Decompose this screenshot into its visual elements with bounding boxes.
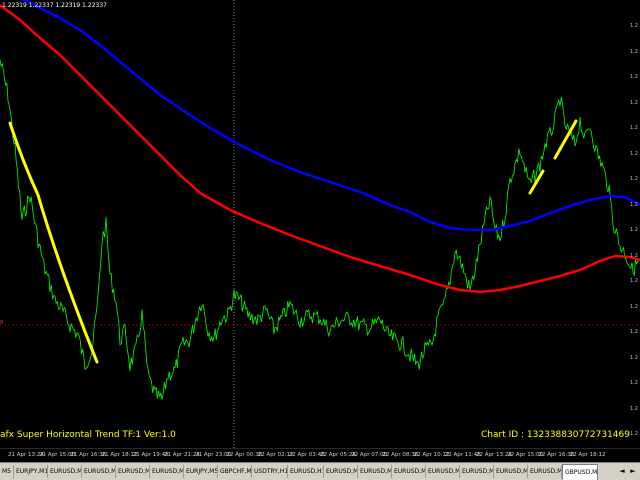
chart-tab[interactable]: EURUSD,M5 <box>82 465 116 478</box>
time-axis-label: 22 Apr 18:12 <box>569 452 606 458</box>
price-axis-label: 1.2 <box>630 405 638 412</box>
price-axis-label: 1.2 <box>630 99 638 106</box>
price-axis-label: 1.2 <box>630 201 638 208</box>
price-axis-label: 1.2 <box>630 380 638 386</box>
chart-tab[interactable]: USDTRY,H1 <box>252 465 288 478</box>
chart-id-label: Chart ID : 132338830772731469 <box>480 430 630 440</box>
chart-tab[interactable]: EURUSD,M5 <box>392 465 426 478</box>
price-axis-label: 1.2 <box>630 125 638 131</box>
chart-tab[interactable]: GBPUSD,M1 <box>562 464 598 480</box>
ohlc-readout: 1.22319 1.22337 1.22319 1.22337 <box>2 2 107 9</box>
chart-tab[interactable]: EURJPY,M5 <box>184 465 218 478</box>
price-line <box>0 59 640 400</box>
tab-scroll-left-button[interactable]: ◄ <box>618 466 626 477</box>
moving-average-blue <box>21 0 640 232</box>
chart-tab[interactable]: GBPCHF,M5 <box>218 465 252 478</box>
chart-tab[interactable]: EURUSD,M5 <box>460 465 494 478</box>
chart-tab[interactable]: EURUSD,M5 <box>528 465 562 478</box>
indicator-label: afx Super Horizontal Trend TF:1 Ver:1.0 <box>0 430 176 440</box>
price-axis-label: 1.2 <box>630 354 638 361</box>
price-axis-label: 1.2 <box>630 23 638 29</box>
chart-tab[interactable]: EURJPY,M1 <box>14 465 48 478</box>
price-axis-label: 1.2 <box>630 431 638 437</box>
price-axis-label: 1.2 <box>630 278 638 284</box>
price-axis-label: 1.2 <box>630 252 638 259</box>
terminal-window: 1.22319 1.22337 1.22319 1.22337 afx Supe… <box>0 0 640 480</box>
chart-tab[interactable]: EURUSD,M5 <box>494 465 528 478</box>
price-axis-label: 1.2 <box>630 329 638 335</box>
price-axis-label: 1.2 <box>630 48 638 55</box>
price-chart[interactable] <box>0 0 640 448</box>
chart-tab[interactable]: M5 <box>0 465 14 478</box>
price-axis-label: 1.2 <box>630 227 638 233</box>
chart-tab[interactable]: EURUSD,M5 <box>116 465 150 478</box>
price-axis-label: 1.2 <box>630 303 638 310</box>
chart-tab[interactable]: EURUSD,M5 <box>48 465 82 478</box>
chart-area[interactable]: 1.22319 1.22337 1.22319 1.22337 afx Supe… <box>0 0 640 448</box>
price-axis-label: 1.2 <box>630 74 638 80</box>
chart-tab[interactable]: EURUSD,M5 <box>150 465 184 478</box>
price-axis-label: 1.2 <box>630 150 638 157</box>
chart-tab[interactable]: EURUSD,M5 <box>358 465 392 478</box>
trend-segment-down <box>8 121 99 364</box>
chart-tab[interactable]: EURUSD,M5 <box>324 465 358 478</box>
chart-tab-bar: M5EURJPY,M1EURUSD,M5EURUSD,M5EURUSD,M5EU… <box>0 462 640 480</box>
time-axis: 21 Apr 13:24 21 Apr 15:00 21 Apr 16:36 21 A… <box>0 448 640 463</box>
price-axis-label: 1.2 <box>630 176 638 182</box>
level-label: 0 <box>0 320 4 326</box>
chart-tab[interactable]: EURUSD,H1 <box>288 465 324 478</box>
tab-scroll-right-button[interactable]: ► <box>629 466 637 477</box>
chart-tab[interactable]: EURUSD,M5 <box>426 465 460 478</box>
